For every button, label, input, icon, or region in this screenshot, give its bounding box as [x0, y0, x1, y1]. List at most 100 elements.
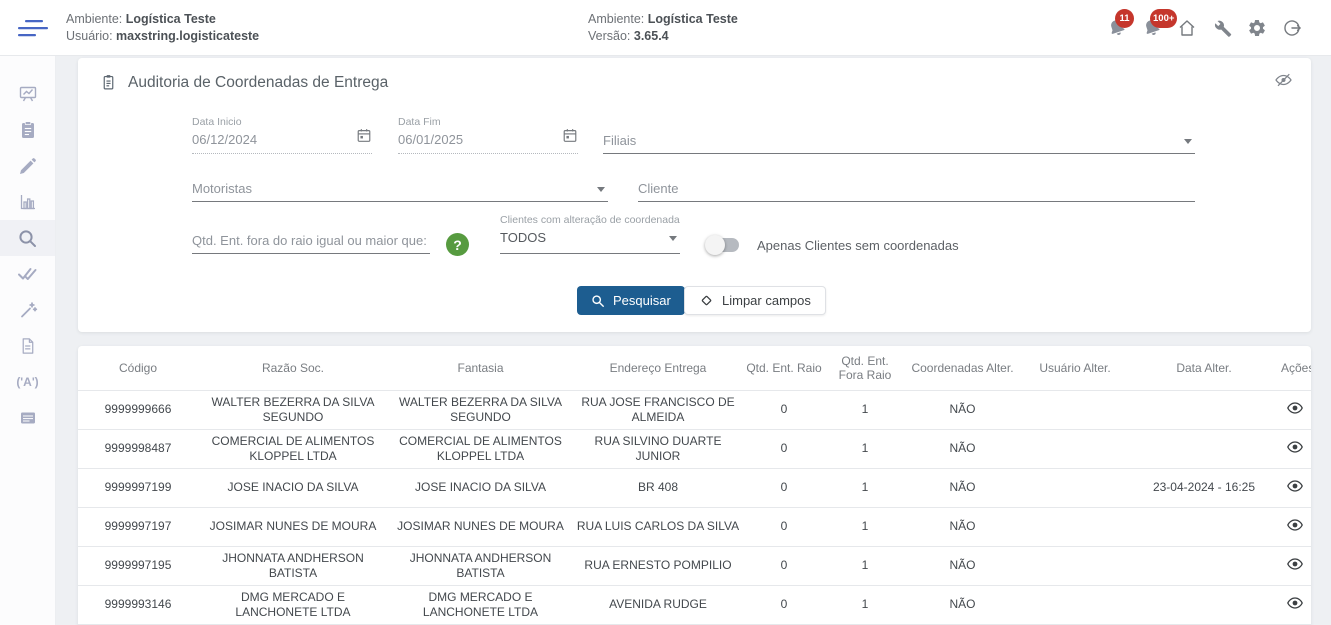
- cell-coordenadas-alter: NÃO: [905, 585, 1020, 624]
- header-icons: 11 100+: [1106, 0, 1303, 56]
- hide-filters-icon[interactable]: [1274, 71, 1293, 94]
- cell-qtd-raio: 0: [743, 507, 825, 546]
- sidebar-item-search[interactable]: [0, 220, 55, 256]
- cliente-input[interactable]: Cliente: [638, 164, 1195, 202]
- cell-endereco: RUA JOSE FRANCISCO DE ALMEIDA: [573, 390, 743, 429]
- cell-coordenadas-alter: NÃO: [905, 429, 1020, 468]
- column-header-codigo: Código: [78, 346, 198, 390]
- cell-razao: JOSE INACIO DA SILVA: [198, 468, 388, 507]
- cell-endereco: RUA SILVINO DUARTE JUNIOR: [573, 429, 743, 468]
- view-details-icon[interactable]: [1287, 402, 1303, 418]
- view-details-icon[interactable]: [1287, 597, 1303, 613]
- cell-acoes: [1278, 468, 1311, 507]
- table-header-row: Código Razão Soc. Fantasia Endereço Entr…: [78, 346, 1311, 390]
- pencil-icon: [18, 156, 38, 176]
- table-row: 9999997197 JOSIMAR NUNES DE MOURA JOSIMA…: [78, 507, 1311, 546]
- alteracao-coordenada-select[interactable]: Clientes com alteração de coordenada TOD…: [500, 214, 680, 254]
- notification-bell-icon[interactable]: 11: [1106, 17, 1128, 39]
- cell-coordenadas-alter: NÃO: [905, 546, 1020, 585]
- cell-usuario-alter: [1020, 546, 1130, 585]
- wrench-icon[interactable]: [1211, 17, 1233, 39]
- sidebar-item-edit[interactable]: [0, 148, 55, 184]
- qtd-ent-placeholder: Qtd. Ent. fora do raio igual ou maior qu…: [192, 233, 427, 248]
- environment-info-center: Ambiente: Logística Teste Versão: 3.65.4: [588, 11, 738, 45]
- cell-qtd-fora: 1: [825, 468, 905, 507]
- filters-card: Auditoria de Coordenadas de Entrega Data…: [78, 58, 1311, 332]
- menu-icon[interactable]: [14, 16, 52, 40]
- cell-acoes: [1278, 429, 1311, 468]
- column-header-acoes: Ações: [1278, 346, 1311, 390]
- cell-fantasia: JOSE INACIO DA SILVA: [388, 468, 573, 507]
- sidebar-item-cards[interactable]: [0, 400, 55, 436]
- cell-fantasia: JHONNATA ANDHERSON BATISTA: [388, 546, 573, 585]
- cell-razao: JHONNATA ANDHERSON BATISTA: [198, 546, 388, 585]
- sidebar-item-tools[interactable]: [0, 292, 55, 328]
- cell-endereco: RUA LUIS CARLOS DA SILVA: [573, 507, 743, 546]
- column-header-fantasia: Fantasia: [388, 346, 573, 390]
- alteracao-label: Clientes com alteração de coordenada: [500, 214, 680, 226]
- results-table: Código Razão Soc. Fantasia Endereço Entr…: [78, 346, 1311, 625]
- sidebar-item-dashboard[interactable]: [0, 76, 55, 112]
- cell-codigo: 9999997197: [78, 507, 198, 546]
- sidebar-item-approvals[interactable]: [0, 256, 55, 292]
- page-title: Auditoria de Coordenadas de Entrega: [128, 74, 388, 92]
- view-details-icon[interactable]: [1287, 519, 1303, 535]
- filiais-select[interactable]: Filiais: [603, 116, 1195, 154]
- cell-razao: DMG MERCADO E LANCHONETE LTDA: [198, 585, 388, 624]
- alert-bell-icon[interactable]: 100+: [1141, 17, 1163, 39]
- gear-icon[interactable]: [1246, 17, 1268, 39]
- cell-endereco: RUA ERNESTO POMPILIO: [573, 546, 743, 585]
- cell-qtd-fora: 1: [825, 546, 905, 585]
- pesquisar-label: Pesquisar: [613, 293, 671, 308]
- results-card: Código Razão Soc. Fantasia Endereço Entr…: [78, 346, 1311, 625]
- column-header-qtd-fora: Qtd. Ent. Fora Raio: [825, 346, 905, 390]
- view-details-icon[interactable]: [1287, 558, 1303, 574]
- data-inicio-field[interactable]: Data Inicio 06/12/2024: [192, 116, 372, 154]
- column-header-razao: Razão Soc.: [198, 346, 388, 390]
- calendar-icon[interactable]: [356, 127, 372, 149]
- qtd-ent-input[interactable]: Qtd. Ent. fora do raio igual ou maior qu…: [192, 216, 430, 254]
- sidebar-item-clipboard[interactable]: [0, 112, 55, 148]
- data-inicio-value: 06/12/2024: [192, 132, 372, 147]
- search-icon: [17, 228, 38, 249]
- pesquisar-button[interactable]: Pesquisar: [577, 286, 685, 315]
- home-icon[interactable]: [1176, 17, 1198, 39]
- table-row: 9999993146 DMG MERCADO E LANCHONETE LTDA…: [78, 585, 1311, 624]
- cell-coordenadas-alter: NÃO: [905, 507, 1020, 546]
- ambiente-label: Ambiente:: [588, 12, 644, 26]
- double-check-icon: [17, 264, 38, 284]
- sidebar-item-documents[interactable]: [0, 328, 55, 364]
- motoristas-select[interactable]: Motoristas: [192, 164, 608, 202]
- limpar-campos-button[interactable]: Limpar campos: [684, 286, 826, 315]
- sidebar: ('A'): [0, 56, 56, 625]
- cell-qtd-fora: 1: [825, 390, 905, 429]
- clipboard-icon: [18, 120, 38, 140]
- ambiente-label: Ambiente:: [66, 12, 122, 26]
- versao-label: Versão:: [588, 29, 630, 43]
- view-details-icon[interactable]: [1287, 480, 1303, 496]
- column-header-data: Data Alter.: [1130, 346, 1278, 390]
- data-fim-field[interactable]: Data Fim 06/01/2025: [398, 116, 578, 154]
- cell-data-alter: [1130, 390, 1278, 429]
- cell-data-alter: [1130, 429, 1278, 468]
- sem-coordenadas-toggle[interactable]: [705, 235, 741, 255]
- help-icon[interactable]: ?: [446, 233, 469, 256]
- sidebar-item-reports[interactable]: [0, 184, 55, 220]
- cell-codigo: 9999993146: [78, 585, 198, 624]
- column-header-usuario: Usuário Alter.: [1020, 346, 1130, 390]
- table-row: 9999997195 JHONNATA ANDHERSON BATISTA JH…: [78, 546, 1311, 585]
- view-details-icon[interactable]: [1287, 441, 1303, 457]
- logout-icon[interactable]: [1281, 17, 1303, 39]
- calendar-icon[interactable]: [562, 127, 578, 149]
- cell-usuario-alter: [1020, 390, 1130, 429]
- alert-badge: 100+: [1150, 9, 1177, 28]
- cell-acoes: [1278, 546, 1311, 585]
- column-header-qtd-raio: Qtd. Ent. Raio: [743, 346, 825, 390]
- magic-wand-icon: [18, 300, 38, 320]
- cell-razao: COMERCIAL DE ALIMENTOS KLOPPEL LTDA: [198, 429, 388, 468]
- sidebar-item-broadcast[interactable]: ('A'): [0, 364, 55, 400]
- cell-fantasia: WALTER BEZERRA DA SILVA SEGUNDO: [388, 390, 573, 429]
- cell-usuario-alter: [1020, 585, 1130, 624]
- environment-info-left: Ambiente: Logística Teste Usuário: maxst…: [66, 11, 259, 45]
- cell-fantasia: COMERCIAL DE ALIMENTOS KLOPPEL LTDA: [388, 429, 573, 468]
